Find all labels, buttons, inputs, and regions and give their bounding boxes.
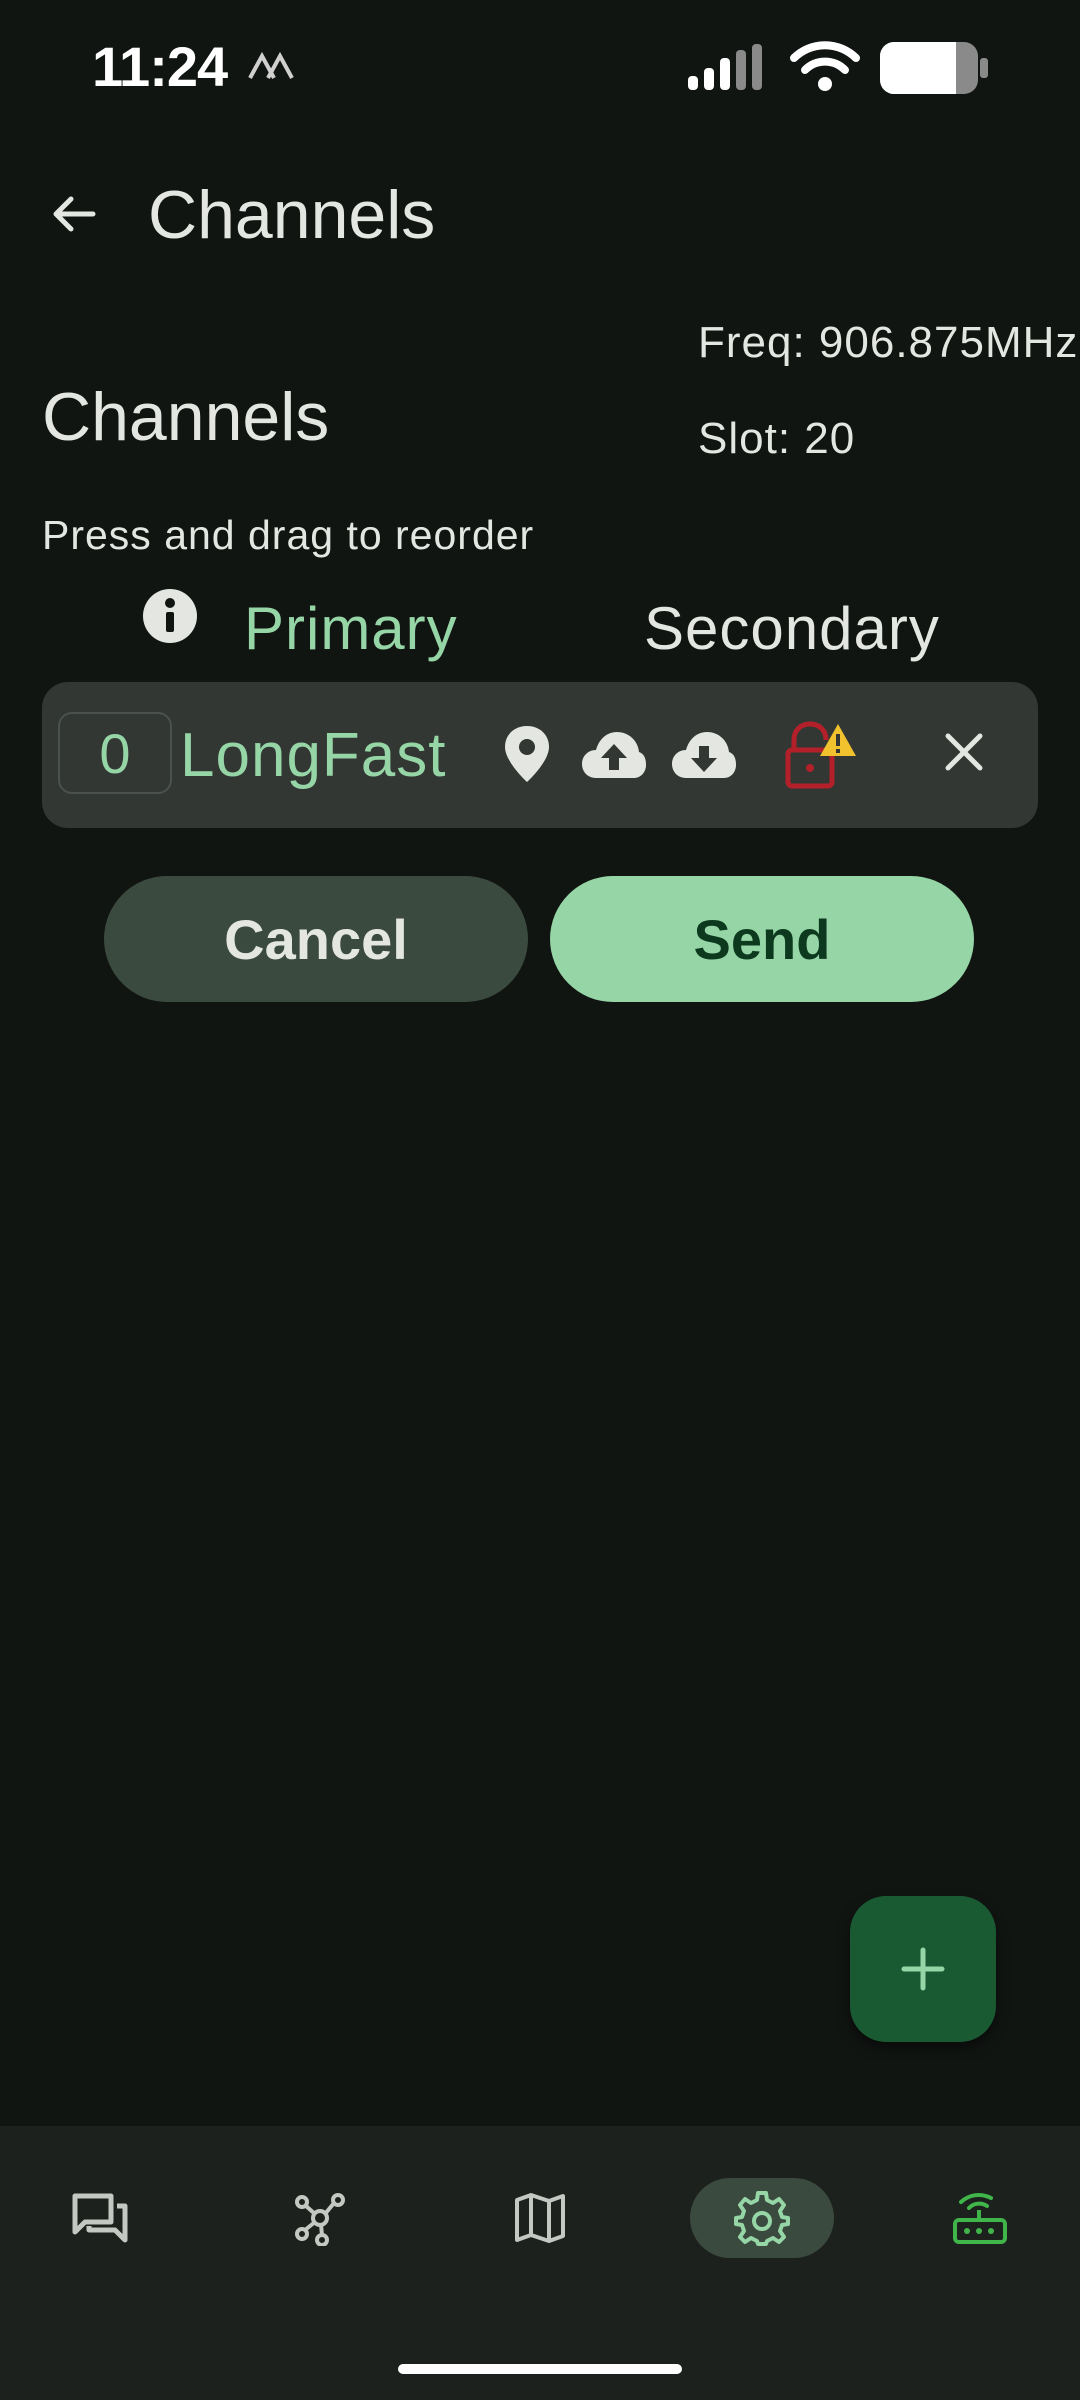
nav-item-map[interactable] (470, 2178, 610, 2258)
nav-item-settings[interactable] (690, 2178, 834, 2258)
status-time: 11:24 (92, 35, 228, 98)
nodes-icon (295, 2193, 345, 2246)
channel-index: 0 (58, 712, 172, 794)
cancel-button[interactable]: Cancel (104, 876, 528, 1002)
home-indicator[interactable] (398, 2364, 682, 2374)
channel-name[interactable]: LongFast (180, 720, 447, 791)
map-icon (515, 2193, 565, 2243)
cloud-upload-icon[interactable] (580, 728, 648, 782)
primary-column-label: Primary (244, 595, 458, 662)
info-icon[interactable] (142, 588, 198, 644)
cellular-signal-icon (688, 44, 762, 90)
slot-text: Slot: 20 (698, 414, 856, 463)
router-icon (953, 2192, 1007, 2244)
nav-item-nodes[interactable] (250, 2178, 390, 2258)
location-icon[interactable] (500, 724, 554, 784)
nav-item-connections[interactable] (910, 2178, 1050, 2258)
battery-icon (880, 42, 988, 94)
navigation-arrows-icon (248, 51, 294, 79)
reorder-hint: Press and drag to reorder (42, 512, 535, 558)
send-button[interactable]: Send (550, 876, 974, 1002)
nav-item-messages[interactable] (30, 2178, 170, 2258)
add-channel-button[interactable] (850, 1896, 996, 2042)
lock-open-warning-icon[interactable] (784, 720, 864, 790)
cloud-download-icon[interactable] (670, 728, 738, 782)
page-title: Channels (148, 177, 436, 253)
bottom-navigation (0, 2126, 1080, 2400)
back-button[interactable] (36, 176, 112, 252)
section-title: Channels (42, 379, 330, 455)
frequency-text: Freq: 906.875MHz (698, 318, 1079, 367)
settings-icon (734, 2191, 790, 2246)
close-icon (945, 733, 983, 771)
arrow-back-icon (53, 196, 96, 232)
chat-icon (72, 2193, 128, 2243)
wifi-icon (790, 41, 860, 91)
secondary-column-label: Secondary (644, 595, 940, 662)
add-icon (901, 1947, 945, 1991)
remove-channel-button[interactable] (936, 724, 992, 780)
